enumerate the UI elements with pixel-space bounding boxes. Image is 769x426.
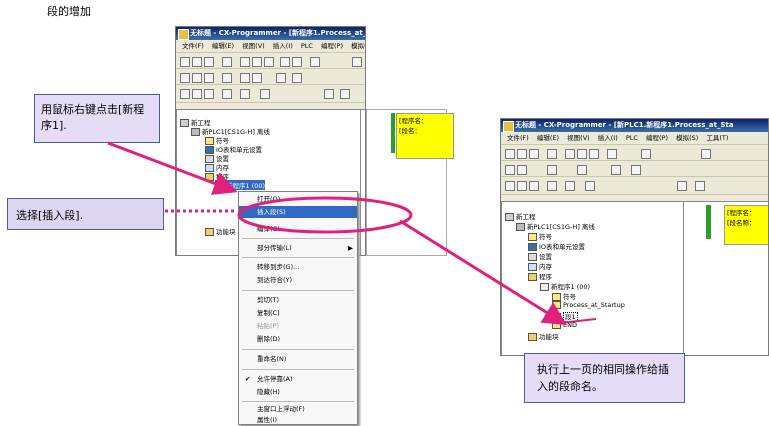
annotation-overlay	[107, 141, 597, 326]
arrow-to-program-node	[107, 141, 238, 195]
arrow-to-new-section	[399, 219, 568, 326]
underline-new-section	[559, 318, 597, 324]
highlight-ellipse	[237, 196, 413, 234]
